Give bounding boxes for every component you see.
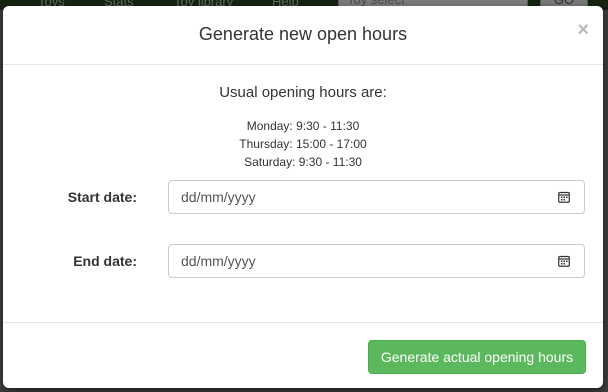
start-date-placeholder: dd/mm/yyyy (181, 189, 256, 205)
usual-hours-heading: Usual opening hours are: (219, 84, 387, 101)
generate-hours-button[interactable]: Generate actual opening hours (368, 340, 586, 374)
end-date-label: End date: (73, 253, 137, 269)
modal-title: Generate new open hours (198, 24, 408, 44)
end-date-input[interactable]: dd/mm/yyyy (168, 244, 585, 278)
usual-hours-list: Monday: 9:30 - 11:30 Thursday: 15:00 - 1… (3, 117, 603, 171)
hours-line: Saturday: 9:30 - 11:30 (244, 155, 362, 169)
calendar-icon[interactable] (558, 255, 570, 267)
start-date-label: Start date: (67, 189, 137, 205)
hours-line: Thursday: 15:00 - 17:00 (239, 137, 367, 151)
generate-hours-modal: Generate new open hours × Usual opening … (3, 6, 603, 388)
end-date-placeholder: dd/mm/yyyy (181, 253, 256, 269)
close-icon[interactable]: × (577, 20, 589, 40)
hours-line: Monday: 9:30 - 11:30 (246, 119, 360, 133)
start-date-input[interactable]: dd/mm/yyyy (168, 180, 585, 214)
modal-header: Generate new open hours × (3, 6, 603, 65)
calendar-icon[interactable] (558, 191, 570, 203)
